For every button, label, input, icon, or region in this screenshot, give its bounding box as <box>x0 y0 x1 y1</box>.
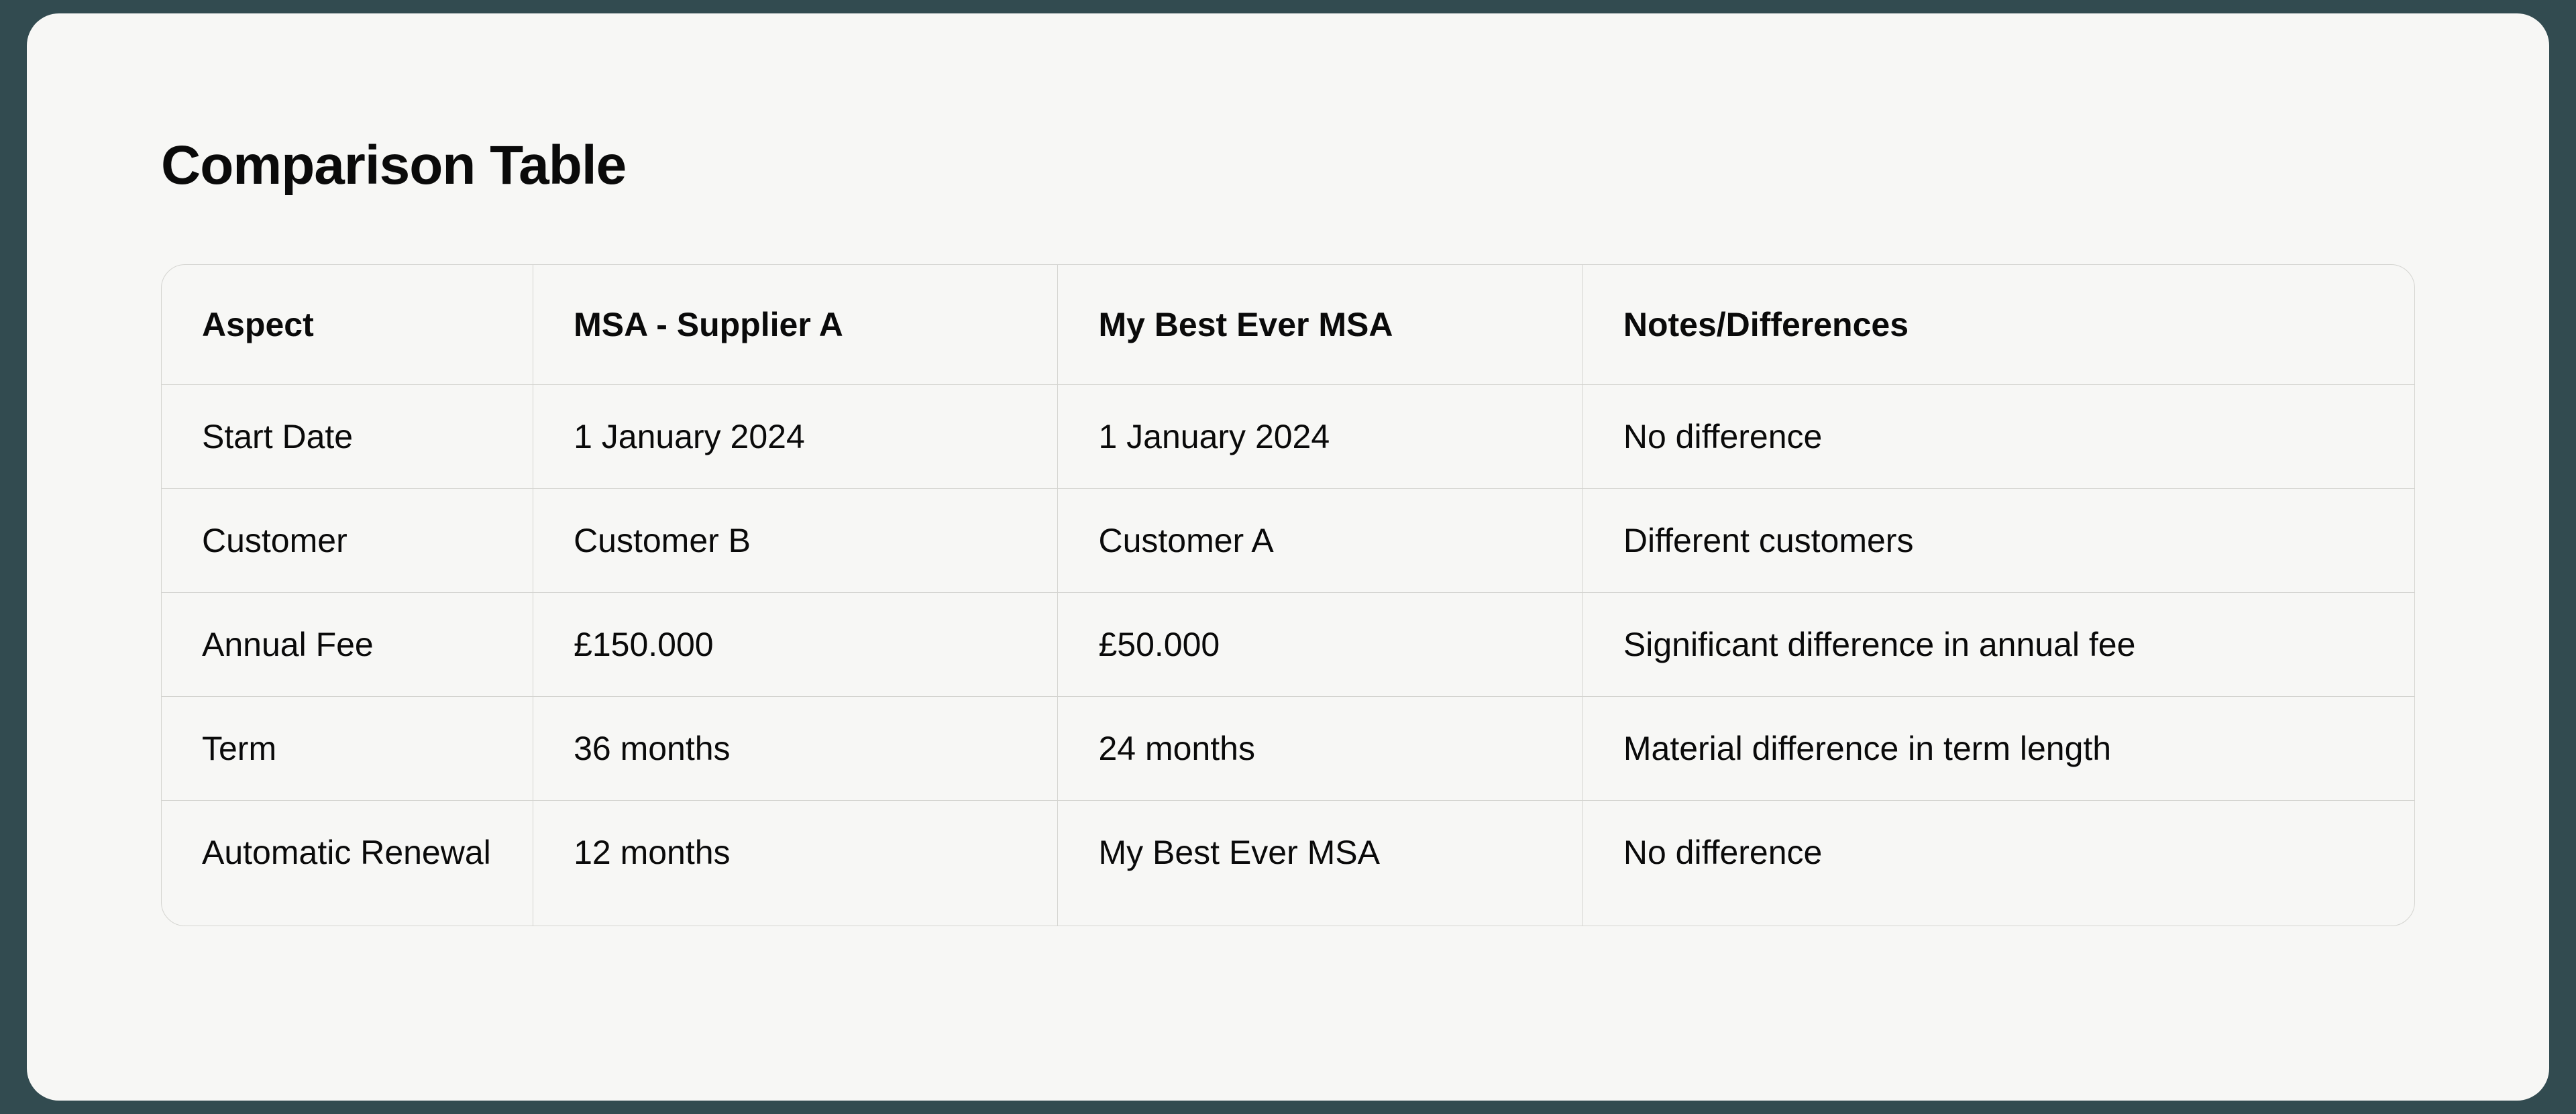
cell-aspect: Customer <box>162 489 533 593</box>
cell-notes: Material difference in term length <box>1583 697 2414 801</box>
cell-notes: Significant difference in annual fee <box>1583 593 2414 697</box>
comparison-card: Comparison Table Aspect MSA - Supplier A… <box>27 13 2549 1101</box>
header-msa-supplier-a: MSA - Supplier A <box>533 265 1058 385</box>
table-row: Customer Customer B Customer A Different… <box>162 489 2414 593</box>
table-row: Annual Fee £150.000 £50.000 Significant … <box>162 593 2414 697</box>
cell-msa-supplier-a: 1 January 2024 <box>533 385 1058 489</box>
header-my-best-ever-msa: My Best Ever MSA <box>1058 265 1582 385</box>
cell-msa-supplier-a: £150.000 <box>533 593 1058 697</box>
table-row: Term 36 months 24 months Material differ… <box>162 697 2414 801</box>
cell-aspect: Annual Fee <box>162 593 533 697</box>
cell-msa-supplier-a: 36 months <box>533 697 1058 801</box>
cell-aspect: Term <box>162 697 533 801</box>
comparison-table: Aspect MSA - Supplier A My Best Ever MSA… <box>161 264 2415 926</box>
cell-aspect: Start Date <box>162 385 533 489</box>
cell-msa-supplier-a: Customer B <box>533 489 1058 593</box>
header-aspect: Aspect <box>162 265 533 385</box>
cell-my-best-ever-msa: Customer A <box>1058 489 1582 593</box>
cell-aspect: Automatic Renewal <box>162 801 533 926</box>
cell-my-best-ever-msa: £50.000 <box>1058 593 1582 697</box>
table-row: Automatic Renewal 12 months My Best Ever… <box>162 801 2414 926</box>
cell-my-best-ever-msa: 24 months <box>1058 697 1582 801</box>
cell-notes: No difference <box>1583 801 2414 926</box>
cell-my-best-ever-msa: My Best Ever MSA <box>1058 801 1582 926</box>
cell-notes: Different customers <box>1583 489 2414 593</box>
cell-msa-supplier-a: 12 months <box>533 801 1058 926</box>
header-notes: Notes/Differences <box>1583 265 2414 385</box>
page-title: Comparison Table <box>161 134 2415 197</box>
cell-my-best-ever-msa: 1 January 2024 <box>1058 385 1582 489</box>
table-row: Start Date 1 January 2024 1 January 2024… <box>162 385 2414 489</box>
table-header-row: Aspect MSA - Supplier A My Best Ever MSA… <box>162 265 2414 385</box>
cell-notes: No difference <box>1583 385 2414 489</box>
